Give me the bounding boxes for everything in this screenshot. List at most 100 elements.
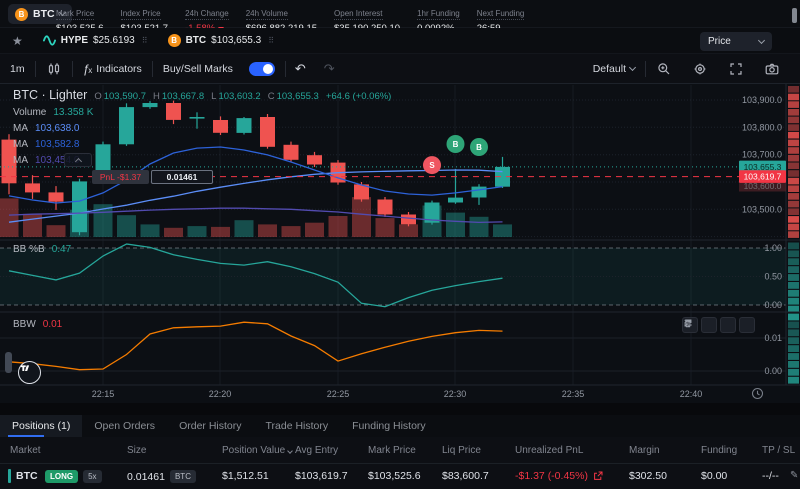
col-margin: Margin: [629, 445, 660, 456]
position-avg-entry: $103,619.7: [295, 470, 348, 482]
chart-area: SBB103,900.0103,800.0103,700.0103,500.01…: [0, 84, 800, 403]
fullscreen-button[interactable]: [718, 61, 754, 77]
zoom-in-button[interactable]: [646, 61, 682, 77]
size-asset-badge: BTC: [170, 470, 196, 483]
bbw-legend: BBW 0.01: [13, 319, 62, 330]
svg-text:22:15: 22:15: [92, 389, 115, 399]
layout-dropdown[interactable]: Default: [583, 63, 645, 75]
pane-controls: [682, 317, 755, 333]
divider: [0, 403, 800, 415]
ma-legend-1: MA 103,638.0: [13, 123, 391, 134]
btc-icon: B: [15, 8, 28, 21]
drag-handle-icon[interactable]: ⠿: [142, 36, 148, 45]
star-icon[interactable]: ★: [12, 34, 23, 48]
watchlist-item-btc[interactable]: B BTC $103,655.3 ⠿: [168, 34, 274, 47]
buysell-marks-label: Buy/Sell Marks: [153, 63, 243, 75]
position-liq-price: $83,600.7: [442, 470, 489, 482]
pane-maximize-button[interactable]: [720, 317, 736, 333]
scrollbar-thumb[interactable]: [792, 8, 797, 23]
svg-text:0.00: 0.00: [764, 366, 782, 376]
indicators-button[interactable]: ƒx Indicators: [73, 62, 152, 76]
svg-text:B: B: [453, 140, 459, 149]
candlestick-icon: [46, 61, 62, 77]
svg-text:22:20: 22:20: [209, 389, 232, 399]
side-badge: LONG: [45, 470, 78, 483]
drag-handle-icon[interactable]: ⠿: [268, 36, 274, 45]
svg-text:0.50: 0.50: [764, 272, 782, 282]
position-mark-price: $103,525.6: [368, 470, 421, 482]
leverage-badge[interactable]: 5x: [83, 470, 101, 483]
undo-button[interactable]: ↶: [286, 61, 315, 77]
candle-style-button[interactable]: [36, 61, 72, 77]
col-avg-entry: Avg Entry: [295, 445, 338, 456]
chart-settings-button[interactable]: [682, 61, 718, 77]
trading-app: B BTC Mark Price $103,525.6 Index Price …: [0, 0, 800, 489]
col-position-value[interactable]: Position Value: [222, 445, 292, 456]
svg-text:103,800.0: 103,800.0: [742, 122, 782, 132]
chart-toolbar: 1m ƒx Indicators Buy/Sell Marks ↶ ↷ Defa…: [0, 54, 800, 84]
price-mode-dropdown[interactable]: Price: [700, 32, 772, 51]
tradingview-glyph: [19, 362, 31, 374]
chevron-down-icon: [758, 36, 765, 43]
magnifier-plus-icon: [656, 61, 672, 77]
position-pnl-tooltip: PnL -$1.37: [92, 170, 149, 184]
pane-restore-button[interactable]: [739, 317, 755, 333]
svg-text:S: S: [429, 161, 435, 170]
buy-mark[interactable]: B: [470, 138, 488, 156]
watchlist-bar: ★ HYPE $25.6193 ⠿ B BTC $103,655.3 ⠿ Pri…: [0, 28, 800, 54]
tradingview-logo[interactable]: [18, 361, 41, 384]
position-margin: $302.50: [629, 470, 667, 482]
interval-button[interactable]: 1m: [0, 63, 35, 75]
tab-trade-history[interactable]: Trade History: [254, 415, 341, 437]
tab-open-orders[interactable]: Open Orders: [82, 415, 167, 437]
svg-text:22:35: 22:35: [562, 389, 585, 399]
col-unrealized-pnl: Unrealized PnL: [515, 445, 583, 456]
watchlist-item-hype[interactable]: HYPE $25.6193 ⠿: [43, 34, 148, 47]
col-tp-sl: TP / SL: [762, 445, 795, 456]
edit-tp-sl-icon[interactable]: ✎: [790, 470, 798, 481]
col-market: Market: [10, 445, 41, 456]
btc-icon: B: [168, 34, 181, 47]
position-market: BTC: [16, 470, 38, 482]
position-size: 0.01461BTC: [127, 470, 196, 483]
tab-positions[interactable]: Positions (1): [0, 415, 82, 437]
positions-table: Market Size Position Value Avg Entry Mar…: [0, 437, 800, 489]
clock-icon: [751, 387, 764, 400]
tab-order-history[interactable]: Order History: [167, 415, 253, 437]
position-funding: $0.00: [701, 470, 727, 482]
snapshot-button[interactable]: [754, 61, 790, 77]
svg-text:22:30: 22:30: [444, 389, 467, 399]
redo-button[interactable]: ↷: [315, 61, 344, 77]
chart-symbol: BTC · Lighter: [13, 88, 87, 102]
gear-icon: [692, 61, 708, 77]
market-stats-bar: B BTC Mark Price $103,525.6 Index Price …: [0, 0, 800, 28]
sell-mark[interactable]: S: [423, 156, 441, 174]
hype-icon: [43, 34, 56, 47]
svg-text:103,900.0: 103,900.0: [742, 95, 782, 105]
legend-collapse-button[interactable]: [64, 153, 92, 167]
share-pnl-icon[interactable]: [593, 471, 603, 481]
drawing-panel-handle[interactable]: [5, 352, 12, 373]
entry-price-badge: 103,619.7: [739, 170, 786, 183]
position-unrealized-pnl: -$1.37 (-0.45%): [515, 470, 603, 482]
svg-text:1.00: 1.00: [764, 243, 782, 253]
buysell-marks-toggle[interactable]: [249, 62, 275, 76]
col-liq-price: Liq Price: [442, 445, 481, 456]
bb-percent-b-legend: BB %B 0.47: [13, 244, 71, 255]
tab-funding-history[interactable]: Funding History: [340, 415, 438, 437]
position-size-tooltip[interactable]: 0.01461: [151, 170, 213, 184]
pane-delete-button[interactable]: [701, 317, 717, 333]
position-tp-sl: --/--: [762, 470, 779, 482]
price-change: +64.6 (+0.06%): [326, 91, 392, 102]
svg-text:103,619.7: 103,619.7: [744, 172, 782, 182]
position-value: $1,512.51: [222, 470, 269, 482]
svg-text:103,500.0: 103,500.0: [742, 204, 782, 214]
buy-mark[interactable]: B: [447, 135, 465, 153]
market-selector-symbol: BTC: [33, 8, 55, 20]
col-size: Size: [127, 445, 146, 456]
fx-icon: ƒx: [83, 62, 93, 76]
svg-text:22:40: 22:40: [680, 389, 703, 399]
svg-text:22:25: 22:25: [327, 389, 350, 399]
col-mark-price: Mark Price: [368, 445, 416, 456]
sort-chevron-icon: [287, 448, 293, 454]
